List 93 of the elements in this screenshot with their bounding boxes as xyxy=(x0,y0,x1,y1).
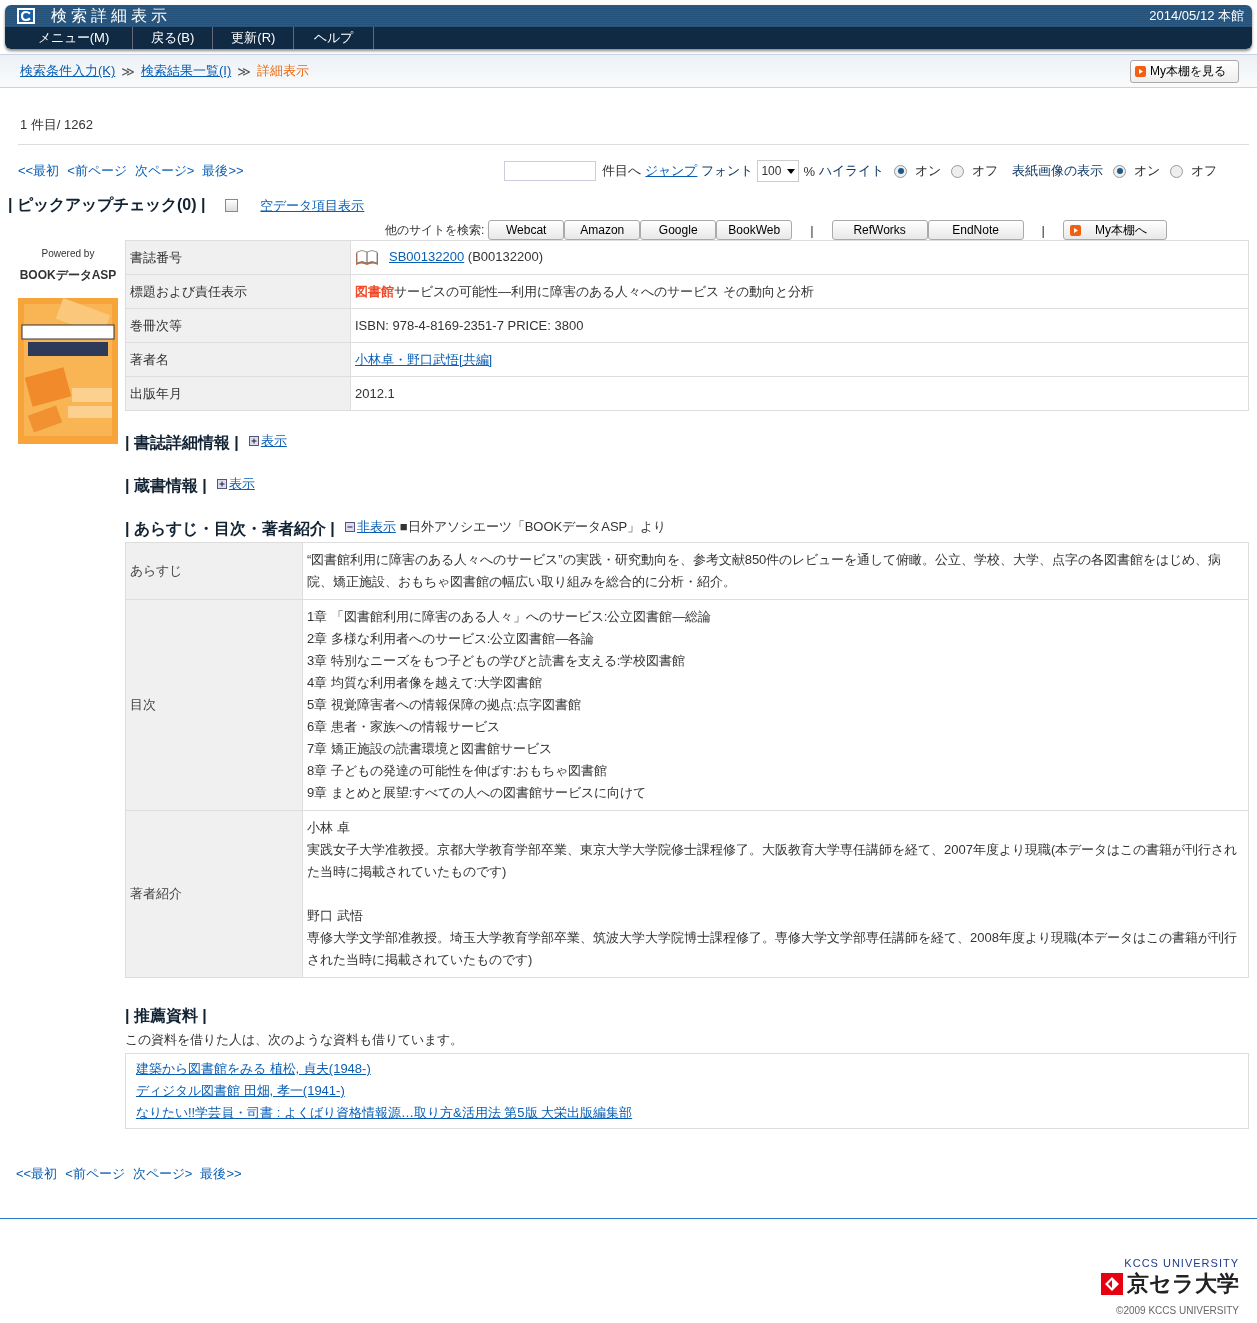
site-search-button[interactable]: Webcat xyxy=(488,220,565,240)
radio-label: オフ xyxy=(1191,162,1217,180)
site-search-button[interactable]: Google xyxy=(640,220,717,240)
radio-label: オフ xyxy=(972,162,998,180)
breadcrumb-link[interactable]: 検索条件入力(K) xyxy=(20,62,116,80)
menu-item[interactable]: ヘルプ xyxy=(294,27,375,49)
app-logo-icon xyxy=(17,8,35,24)
table-cell: “図書館利用に障害のある人々へのサービス”の実践・研究動向を、参考文献850件のレビューを通して俯瞰。公立、学校、大学、点字の各図書館をはじめ、病院、矯正施設、おもちゃ図書館の幅広い取り組みを総合的に分析・紹介。 xyxy=(302,542,1249,600)
source-note: ■日外アソシエーツ「BOOKデータASP」より xyxy=(399,517,667,536)
breadcrumb-current: 詳細表示 xyxy=(256,62,309,80)
university-logo-icon xyxy=(1101,1273,1123,1295)
recommended-item-link[interactable]: なりたい!!学芸員・司書 : よくばり資格情報源…取り方&活用法 第5版 大栄出版編集部 xyxy=(136,1104,1238,1122)
section-heading: | あらすじ・目次・著者紹介 | xyxy=(125,519,335,539)
highlight-label: ハイライト xyxy=(819,162,884,180)
field-label: あらすじ xyxy=(125,542,303,600)
site-search-button[interactable]: BookWeb xyxy=(716,220,793,240)
section-heading: | 蔵書情報 | xyxy=(125,476,207,496)
record-id-note: (B00132200) xyxy=(467,248,543,264)
breadcrumb-separator: ≫ xyxy=(237,63,251,79)
record-position: 1 件目/ 1262 xyxy=(18,88,1249,145)
table-cell: ISBN: 978-4-8169-2351-7 PRICE: 3800 xyxy=(350,308,1249,343)
record-id-link[interactable]: SB00132200 xyxy=(389,248,465,264)
radio-button[interactable] xyxy=(894,164,907,178)
author-link[interactable]: 小林卓・野口武悟[共編] xyxy=(355,351,493,367)
pager-link[interactable]: 最後>> xyxy=(202,162,244,180)
field-label: 巻冊次等 xyxy=(125,308,351,343)
pager-link[interactable]: <前ページ xyxy=(65,1165,125,1183)
play-icon xyxy=(1070,224,1081,236)
other-sites-label: 他のサイトを検索: xyxy=(384,221,485,239)
table-cell: 2012.1 xyxy=(350,376,1249,411)
recommend-intro: この資料を借りた人は、次のような資料も借りています。 xyxy=(125,1031,464,1049)
university-name: 京セラ大学 xyxy=(1127,1270,1239,1298)
play-icon xyxy=(1135,65,1146,77)
export-button[interactable]: EndNote xyxy=(927,220,1024,240)
collapse-icon[interactable] xyxy=(344,521,355,532)
expand-icon[interactable] xyxy=(248,435,259,446)
font-size-select[interactable]: 100 xyxy=(757,160,800,182)
field-label: 目次 xyxy=(125,599,303,811)
section-heading: | 推薦資料 | xyxy=(125,1006,208,1026)
copyright: ©2009 KCCS UNIVERSITY xyxy=(1116,1305,1239,1316)
menu-item[interactable]: 戻る(B) xyxy=(133,27,214,49)
pager-link[interactable]: 最後>> xyxy=(200,1165,242,1183)
radio-button[interactable] xyxy=(951,164,964,178)
dropdown-caret-icon xyxy=(787,168,796,174)
menu-item[interactable]: メニュー(M) xyxy=(15,27,133,49)
toggle-link[interactable]: 表示 xyxy=(260,431,287,450)
percent-label: % xyxy=(803,163,815,179)
provider-name: BOOKデータASP xyxy=(18,267,118,284)
site-search-button[interactable]: Amazon xyxy=(564,220,641,240)
my-shelf-add-button[interactable]: My本棚へ xyxy=(1063,220,1167,240)
recommended-item-link[interactable]: 建築から図書館をみる 植松, 貞夫(1948-) xyxy=(136,1060,1238,1078)
font-label: フォント xyxy=(701,162,754,180)
toolbar-separator: | xyxy=(810,222,814,238)
export-button[interactable]: RefWorks xyxy=(831,220,928,240)
university-name-english: KCCS UNIVERSITY xyxy=(1124,1257,1239,1269)
toolbar-separator: | xyxy=(1041,222,1045,238)
date-label: 2014/05/12 本館 xyxy=(1149,7,1244,25)
field-label: 著者紹介 xyxy=(125,810,303,978)
table-cell: 小林 卓 実践女子大学准教授。京都大学教育学部卒業、東京大学大学院修士課程修了。大阪教育大学専任講師を経て、2007年度より現職(本データはこの書籍が刊行された当時に掲載されていたものです) 野口 武悟 専修大学文学部准教授。埼玉大学教育学部卒業、筑波大学大学院博士課程修了。専修大学文学部専任講師を経て、2008年度より現職(本データはこの書籍が刊行された当時に掲載されていたものです) xyxy=(302,810,1249,978)
pager-link[interactable]: <<最初 xyxy=(18,162,60,180)
recommended-item-link[interactable]: ディジタル図書館 田畑, 孝一(1941-) xyxy=(136,1082,1238,1100)
expand-icon[interactable] xyxy=(216,478,227,489)
pickup-checkbox[interactable] xyxy=(225,199,239,212)
pager-link[interactable]: <<最初 xyxy=(16,1165,58,1183)
toggle-link[interactable]: 非表示 xyxy=(356,517,396,536)
book-icon xyxy=(355,248,379,267)
window-title: 検索詳細表示 xyxy=(51,5,172,26)
radio-label: オン xyxy=(915,162,941,180)
table-cell: 図書館サービスの可能性―利用に障害のある人々へのサービス その動向と分析 xyxy=(350,274,1249,309)
jump-link[interactable]: ジャンプ xyxy=(645,162,698,180)
field-label: 標題および責任表示 xyxy=(125,274,351,309)
my-shelf-button[interactable]: My本棚を見る xyxy=(1130,59,1239,83)
field-label: 出版年月 xyxy=(125,376,351,411)
jump-suffix: 件目へ xyxy=(602,162,642,180)
section-heading: | 書誌詳細情報 | xyxy=(125,433,239,453)
radio-label: オン xyxy=(1134,162,1160,180)
empty-fields-link[interactable]: 空データ項目表示 xyxy=(260,196,365,215)
table-cell: 1章 「図書館利用に障害のある人々」へのサービス:公立図書館―総論 2章 多様な利用者へのサービス:公立図書館―各論 3章 特別なニーズをもつ子どもの学びと読書を支える:学校図書館 4章 均質な利用者像を越えて:大学図書館 5章 視覚障害者への情報保障の拠点:点字図書館 6章 患者・家族への情報サービス 7章 矯正施設の読書環境と図書館サービス 8章 子どもの発達の可能性を伸ばす:おもちゃ図書館 9章 まとめと展望:すべての人への図書館サービスに向けて xyxy=(302,599,1249,811)
breadcrumb-separator: ≫ xyxy=(121,63,135,79)
menu-item[interactable]: 更新(R) xyxy=(213,27,295,49)
radio-button[interactable] xyxy=(1113,164,1126,178)
pager-link[interactable]: 次ページ> xyxy=(132,1165,193,1183)
breadcrumb-link[interactable]: 検索結果一覧(I) xyxy=(140,62,232,80)
cover-display-label: 表紙画像の表示 xyxy=(1012,162,1103,180)
field-label: 書誌番号 xyxy=(125,240,351,275)
radio-button[interactable] xyxy=(1170,164,1183,178)
record-number-field[interactable] xyxy=(504,161,597,181)
field-label: 著者名 xyxy=(125,342,351,377)
powered-by-label: Powered by xyxy=(40,248,96,259)
pickup-heading: | ピックアップチェック(0) | xyxy=(8,195,206,215)
pager-link[interactable]: <前ページ xyxy=(67,162,127,180)
pager-link[interactable]: 次ページ> xyxy=(134,162,195,180)
toggle-link[interactable]: 表示 xyxy=(228,474,255,493)
